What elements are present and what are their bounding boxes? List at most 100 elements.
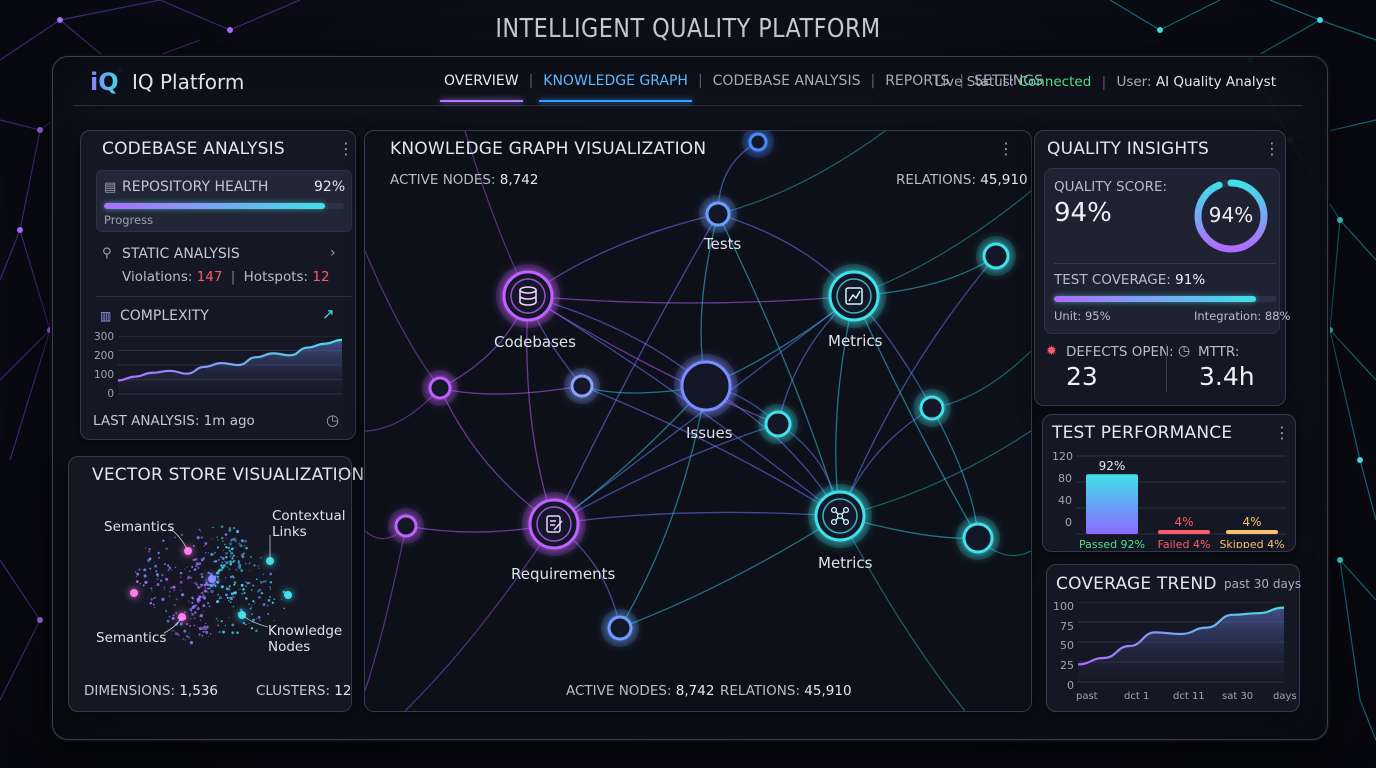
vector-point bbox=[229, 562, 232, 566]
defects-label: DEFECTS OPEN: bbox=[1066, 344, 1174, 360]
codebase-menu-icon[interactable]: ⋮ bbox=[338, 139, 354, 158]
trend-x-tick: dct 1 bbox=[1124, 691, 1150, 702]
vector-point bbox=[193, 568, 197, 571]
violations-value: 147 bbox=[196, 269, 223, 285]
vector-point bbox=[165, 610, 168, 613]
vector-point bbox=[230, 597, 233, 601]
vector-point bbox=[222, 585, 225, 588]
vector-point bbox=[220, 556, 223, 559]
vector-point bbox=[206, 602, 210, 605]
vector-point bbox=[228, 568, 230, 570]
vector-menu-icon[interactable]: ⋮ bbox=[332, 465, 348, 484]
tab-overview[interactable]: OVERVIEW bbox=[440, 73, 523, 102]
vector-point bbox=[153, 561, 155, 563]
knowledge-graph-canvas[interactable] bbox=[365, 131, 1031, 711]
vector-point bbox=[202, 630, 205, 633]
vector-point bbox=[221, 561, 224, 564]
vector-point bbox=[226, 587, 231, 591]
bug-icon: ✹ bbox=[1046, 344, 1057, 359]
vector-point bbox=[246, 582, 249, 585]
graph-edge bbox=[526, 295, 555, 525]
vector-point bbox=[190, 618, 192, 620]
repo-icon: ▤ bbox=[104, 180, 117, 195]
vector-point bbox=[155, 596, 157, 598]
vector-point bbox=[248, 603, 251, 606]
clusters-label: CLUSTERS: bbox=[256, 683, 330, 699]
vector-point bbox=[222, 630, 226, 634]
repo-health-bar-fill bbox=[104, 203, 325, 209]
vector-point bbox=[220, 620, 223, 623]
icon-part bbox=[830, 518, 838, 526]
vector-point bbox=[269, 581, 273, 584]
graph-node bbox=[428, 376, 452, 400]
tab-knowledge-graph[interactable]: KNOWLEDGE GRAPH bbox=[539, 73, 692, 102]
vector-point bbox=[241, 592, 244, 595]
defects-value: 23 bbox=[1066, 362, 1098, 391]
vector-point bbox=[230, 592, 234, 595]
tab-codebase-analysis[interactable]: CODEBASE ANALYSIS bbox=[713, 73, 861, 99]
vector-point bbox=[248, 562, 251, 565]
vector-point bbox=[148, 557, 152, 561]
logo: iQ bbox=[90, 68, 119, 96]
graph-edge bbox=[527, 295, 855, 304]
vector-point bbox=[143, 568, 147, 572]
relations-bottom: RELATIONS: 45,910 bbox=[720, 683, 852, 699]
graph-menu-icon[interactable]: ⋮ bbox=[998, 139, 1014, 158]
vector-point bbox=[203, 589, 207, 593]
vector-point bbox=[249, 555, 252, 559]
vector-point bbox=[157, 551, 160, 554]
vector-point bbox=[207, 552, 210, 554]
vector-point bbox=[222, 540, 224, 543]
static-analysis-label[interactable]: STATIC ANALYSIS bbox=[122, 246, 240, 262]
vector-point bbox=[213, 560, 216, 563]
vector-point bbox=[169, 591, 171, 593]
complexity-tick: 100 bbox=[93, 369, 114, 381]
vector-point bbox=[240, 553, 244, 557]
vector-point bbox=[245, 581, 247, 583]
vector-point bbox=[216, 577, 219, 579]
vector-point bbox=[233, 581, 237, 584]
vector-point bbox=[170, 586, 173, 589]
status-value: Connected bbox=[1018, 74, 1092, 90]
dimensions-label: DIMENSIONS: bbox=[84, 683, 176, 699]
vector-point bbox=[229, 601, 232, 603]
vector-point bbox=[250, 627, 254, 630]
vector-point bbox=[191, 601, 194, 604]
vector-point bbox=[144, 580, 148, 584]
vector-point bbox=[192, 558, 195, 562]
vector-point bbox=[165, 577, 169, 581]
vector-point bbox=[148, 550, 150, 553]
vector-point bbox=[156, 583, 160, 587]
vector-point bbox=[222, 564, 226, 568]
insights-menu-icon[interactable]: ⋮ bbox=[1264, 139, 1280, 158]
test-performance-title: TEST PERFORMANCE bbox=[1052, 423, 1233, 443]
vector-point bbox=[225, 556, 228, 559]
user-name[interactable]: AI Quality Analyst bbox=[1156, 74, 1276, 90]
coverage-trend-chart bbox=[1078, 602, 1285, 683]
chevron-right-icon[interactable]: › bbox=[330, 245, 336, 261]
vector-point bbox=[221, 557, 225, 560]
vector-point bbox=[193, 582, 195, 584]
vector-point bbox=[229, 542, 233, 546]
vector-point bbox=[225, 551, 228, 555]
vector-point bbox=[202, 604, 206, 608]
dimensions-value: 1,536 bbox=[179, 683, 218, 699]
graph-node bbox=[570, 374, 594, 398]
vector-point bbox=[216, 546, 220, 549]
nav-separator: | bbox=[528, 73, 534, 89]
vector-point bbox=[204, 542, 208, 545]
bar-skipped bbox=[1226, 530, 1278, 534]
progress-label: Progress bbox=[104, 213, 154, 227]
quality-score-value: 94% bbox=[1054, 198, 1112, 228]
vector-point bbox=[228, 585, 231, 588]
vector-point bbox=[159, 579, 163, 582]
vector-point bbox=[189, 576, 193, 579]
vector-point bbox=[214, 551, 216, 554]
brand-name: IQ Platform bbox=[132, 70, 245, 94]
stats-separator: | bbox=[230, 269, 236, 285]
vector-point bbox=[198, 528, 201, 531]
vector-point bbox=[175, 598, 178, 601]
vector-point bbox=[192, 544, 195, 547]
test-perf-menu-icon[interactable]: ⋮ bbox=[1274, 423, 1290, 442]
active-nodes-value: 8,742 bbox=[675, 683, 715, 699]
